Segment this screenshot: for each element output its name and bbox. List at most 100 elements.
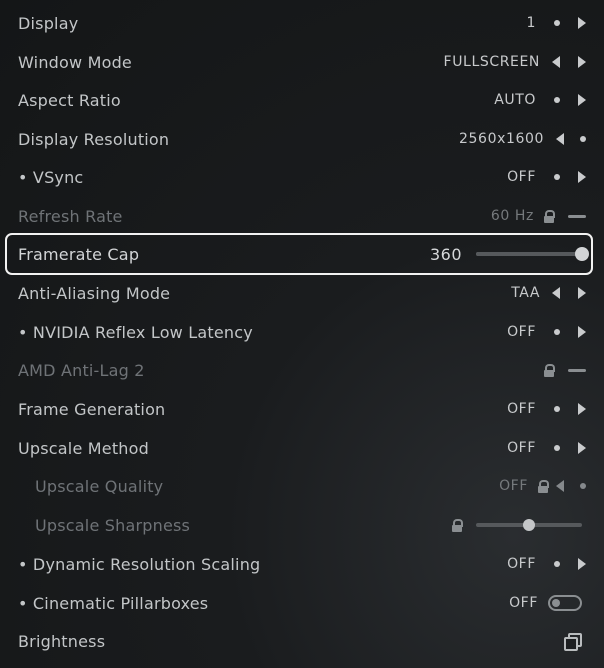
setting-control: FULLSCREEN	[444, 43, 586, 81]
indicator-dot-icon	[580, 483, 586, 489]
setting-row-display-resolution[interactable]: Display Resolution 2560x1600	[0, 120, 604, 158]
setting-row-cinematic-pillarboxes[interactable]: • Cinematic Pillarboxes OFF	[0, 584, 604, 622]
lock-icon	[544, 364, 555, 377]
setting-control: OFF	[507, 390, 586, 428]
setting-row-vsync[interactable]: • VSync OFF	[0, 158, 604, 196]
setting-row-anti-aliasing[interactable]: Anti-Aliasing Mode TAA	[0, 274, 604, 312]
setting-row-refresh-rate: Refresh Rate 60 Hz	[0, 197, 604, 235]
dash-icon	[568, 368, 586, 372]
setting-value: OFF	[507, 440, 536, 456]
setting-label: Brightness	[18, 631, 106, 651]
setting-label: Upscale Sharpness	[35, 515, 191, 535]
setting-row-dynamic-resolution[interactable]: • Dynamic Resolution Scaling OFF	[0, 545, 604, 583]
lock-icon	[544, 210, 555, 223]
setting-row-framerate-cap[interactable]: Framerate Cap 360	[0, 235, 604, 273]
setting-label: Anti-Aliasing Mode	[18, 283, 171, 303]
setting-label: Display Resolution	[18, 129, 170, 149]
setting-value: 360	[429, 244, 462, 264]
setting-row-upscale-method[interactable]: Upscale Method OFF	[0, 429, 604, 467]
toggle-knob	[552, 599, 560, 607]
setting-control: OFF	[507, 429, 586, 467]
setting-control: 60 Hz	[491, 197, 586, 235]
indicator-dot-icon	[554, 174, 560, 180]
indicator-dot-icon	[554, 561, 560, 567]
framerate-cap-slider[interactable]	[476, 247, 589, 261]
setting-label: Aspect Ratio	[18, 90, 121, 110]
arrow-right-icon[interactable]	[578, 17, 586, 29]
setting-row-amd-anti-lag: AMD Anti-Lag 2	[0, 351, 604, 389]
setting-value: 1	[526, 15, 536, 31]
arrow-left-icon[interactable]	[552, 56, 560, 68]
arrow-right-icon[interactable]	[578, 558, 586, 570]
open-submenu-icon[interactable]	[564, 633, 582, 651]
setting-label: Frame Generation	[18, 399, 166, 419]
setting-row-nvidia-reflex[interactable]: • NVIDIA Reflex Low Latency OFF	[0, 313, 604, 351]
indicator-dot-icon	[554, 329, 560, 335]
setting-value: OFF	[499, 478, 528, 494]
setting-row-brightness[interactable]: Brightness	[0, 622, 604, 660]
setting-control	[544, 351, 586, 389]
arrow-right-icon[interactable]	[578, 171, 586, 183]
setting-value: OFF	[509, 595, 538, 611]
setting-row-frame-generation[interactable]: Frame Generation OFF	[0, 390, 604, 428]
setting-row-upscale-sharpness: Upscale Sharpness	[0, 506, 604, 544]
setting-value: OFF	[507, 556, 536, 572]
arrow-right-icon[interactable]	[578, 326, 586, 338]
setting-value: 60 Hz	[490, 208, 534, 224]
lock-icon	[538, 480, 549, 493]
slider-knob	[523, 519, 535, 531]
indicator-dot-icon	[580, 136, 586, 142]
arrow-right-icon[interactable]	[578, 442, 586, 454]
arrow-left-icon[interactable]	[552, 287, 560, 299]
setting-control: 360	[429, 235, 589, 273]
setting-control: 2560x1600	[459, 120, 586, 158]
setting-label: AMD Anti-Lag 2	[18, 360, 145, 380]
setting-row-window-mode[interactable]: Window Mode FULLSCREEN	[0, 43, 604, 81]
arrow-right-icon[interactable]	[578, 403, 586, 415]
setting-row-aspect-ratio[interactable]: Aspect Ratio AUTO	[0, 81, 604, 119]
arrow-right-icon[interactable]	[578, 94, 586, 106]
setting-label: Display	[18, 13, 79, 33]
setting-value: FULLSCREEN	[443, 54, 540, 70]
setting-row-display[interactable]: Display 1	[0, 4, 604, 42]
setting-value: OFF	[507, 324, 536, 340]
setting-control: OFF	[509, 584, 582, 622]
setting-value: AUTO	[494, 92, 536, 108]
setting-control: OFF	[499, 467, 586, 505]
indicator-dot-icon	[554, 406, 560, 412]
setting-label: Refresh Rate	[18, 206, 123, 226]
setting-control: TAA	[511, 274, 586, 312]
display-settings-panel: Display 1 Window Mode FULLSCREEN Aspect …	[0, 0, 604, 668]
setting-label: Framerate Cap	[18, 244, 140, 264]
indicator-dot-icon	[554, 20, 560, 26]
setting-control	[564, 622, 582, 660]
setting-control: OFF	[507, 313, 586, 351]
arrow-right-icon[interactable]	[578, 56, 586, 68]
setting-label: • VSync	[18, 167, 84, 187]
slider-knob[interactable]	[575, 247, 589, 261]
setting-label: Upscale Quality	[35, 476, 164, 496]
setting-label: • Cinematic Pillarboxes	[18, 593, 209, 613]
indicator-dot-icon	[554, 445, 560, 451]
arrow-right-icon[interactable]	[578, 287, 586, 299]
setting-control: OFF	[507, 545, 586, 583]
setting-label: • Dynamic Resolution Scaling	[18, 554, 261, 574]
setting-label: • NVIDIA Reflex Low Latency	[18, 322, 253, 342]
slider-fill	[476, 252, 582, 256]
setting-label: Upscale Method	[18, 438, 149, 458]
toggle-switch[interactable]	[548, 595, 582, 611]
setting-label: Window Mode	[18, 52, 132, 72]
setting-value: TAA	[511, 285, 540, 301]
arrow-left-icon[interactable]	[556, 133, 564, 145]
upscale-sharpness-slider	[476, 519, 582, 531]
setting-row-upscale-quality: Upscale Quality OFF	[0, 467, 604, 505]
dash-icon	[568, 214, 586, 218]
setting-control: OFF	[507, 158, 586, 196]
setting-value: OFF	[507, 401, 536, 417]
setting-control: 1	[526, 4, 586, 42]
setting-value: 2560x1600	[459, 131, 544, 147]
indicator-dot-icon	[554, 97, 560, 103]
setting-control: AUTO	[494, 81, 586, 119]
setting-control	[452, 506, 582, 544]
lock-icon	[452, 519, 463, 532]
